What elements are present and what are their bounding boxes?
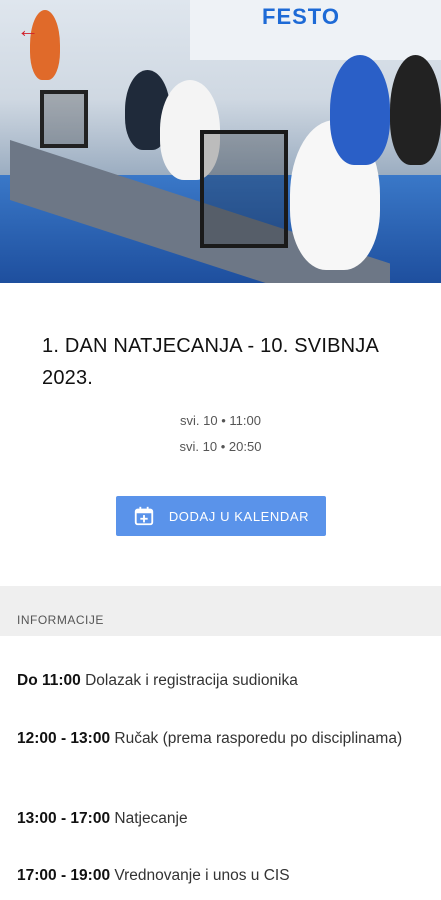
info-item: 13:00 - 17:00 Natjecanje [17,807,417,831]
info-item-time: 13:00 - 17:00 [17,810,111,827]
back-button[interactable]: ← [14,16,42,44]
calendar-add-icon [134,506,153,526]
hero-printer [200,130,288,248]
hero-person [390,55,441,165]
hero-printer [40,90,88,148]
info-item-time: 17:00 - 19:00 [17,867,111,884]
add-to-calendar-button[interactable]: DODAJ U KALENDAR [116,496,326,536]
info-item-time: Do 11:00 [17,672,81,689]
info-item-text: Natjecanje [114,810,188,827]
hero-person [330,55,390,165]
add-to-calendar-label: DODAJ U KALENDAR [168,508,310,524]
info-section-title: INFORMACIJE [17,613,104,627]
info-item-text: Vrednovanje i unos u CIS [114,867,290,884]
event-end-time: svi. 10 • 20:50 [179,439,262,454]
info-item: 12:00 - 13:00 Ručak (prema rasporedu po … [17,727,417,751]
info-section-header: INFORMACIJE [0,586,441,636]
info-item-text: Ručak (prema rasporedu po disciplinama) [114,730,403,747]
arrow-left-icon: ← [17,17,39,42]
info-item: Do 11:00 Dolazak i registracija sudionik… [17,669,417,693]
info-item-time: 12:00 - 13:00 [17,730,111,747]
event-start-time: svi. 10 • 11:00 [180,413,261,428]
hero-banner-text: FESTO [262,4,340,29]
info-item-text: Dolazak i registracija sudionika [85,672,298,689]
event-title: 1. DAN NATJECANJA - 10. SVIBNJA 2023. [42,335,378,389]
info-item: 17:00 - 19:00 Vrednovanje i unos u CIS [17,864,417,888]
hero-image: FESTO [0,0,441,283]
